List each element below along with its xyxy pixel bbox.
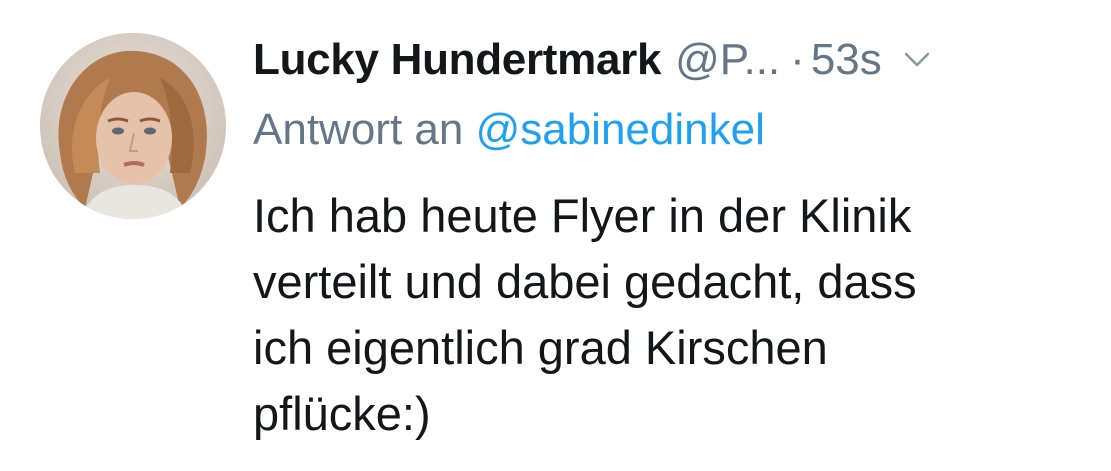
display-name[interactable]: Lucky Hundertmark	[253, 35, 661, 85]
chevron-down-icon[interactable]	[902, 45, 932, 75]
tweet-card[interactable]: Lucky Hundertmark @P... · 53s Antwort an…	[0, 0, 1111, 471]
user-handle[interactable]: @P...	[675, 35, 780, 85]
reply-prefix: Antwort an	[253, 105, 464, 154]
tweet-header: Lucky Hundertmark @P... · 53s	[253, 32, 932, 88]
reply-context: Antwort an @sabinedinkel	[253, 105, 765, 155]
tweet-text: Ich hab heute Flyer in der Klinik vertei…	[253, 189, 917, 440]
reply-mention-link[interactable]: @sabinedinkel	[476, 105, 765, 154]
avatar-photo	[40, 33, 226, 219]
avatar[interactable]	[40, 33, 226, 219]
timestamp[interactable]: 53s	[811, 35, 882, 85]
separator-dot: ·	[790, 35, 805, 84]
